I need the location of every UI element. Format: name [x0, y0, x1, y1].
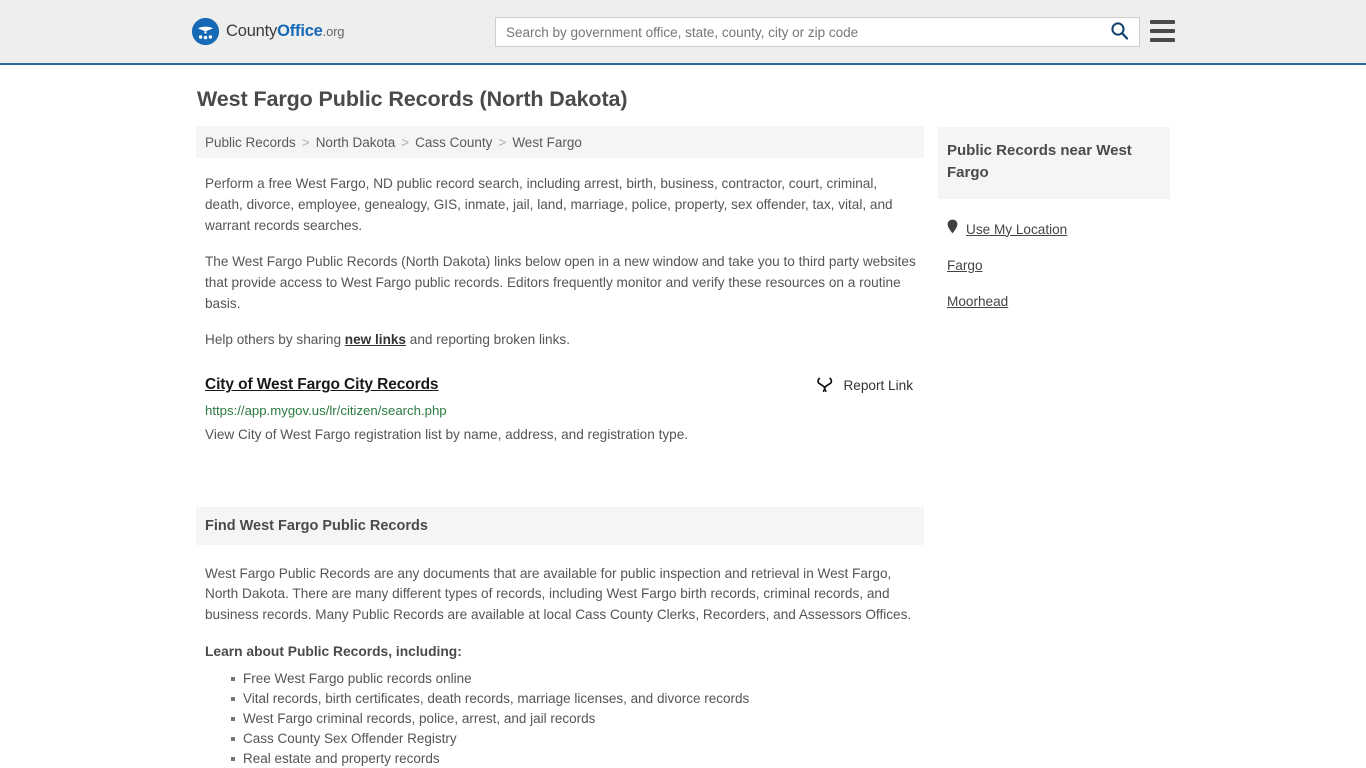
intro-paragraph-1: Perform a free West Fargo, ND public rec…	[205, 176, 893, 233]
report-link-label: Report Link	[843, 378, 913, 393]
search-input[interactable]	[496, 18, 1099, 46]
map-pin-icon	[947, 219, 958, 239]
section-heading: Find West Fargo Public Records	[196, 507, 924, 545]
hamburger-bar-3	[1150, 38, 1175, 42]
search-icon	[1110, 21, 1129, 43]
search-button[interactable]	[1099, 18, 1139, 46]
sidebar-link-label[interactable]: Moorhead	[947, 294, 1008, 309]
hamburger-bar-2	[1150, 29, 1175, 33]
countyoffice-logo-icon	[192, 18, 219, 45]
main-content: Public Records > North Dakota > Cass Cou…	[196, 126, 924, 768]
logo-text-org: .org	[322, 24, 345, 39]
site-header: CountyOffice.org	[0, 0, 1366, 65]
breadcrumb-item-cass-county[interactable]: Cass County	[415, 135, 492, 150]
broken-link-icon	[816, 376, 834, 395]
result-header-row: City of West Fargo City Records Report L…	[205, 376, 917, 395]
breadcrumb-separator: >	[401, 134, 410, 150]
intro-paragraph-3: Help others by sharing new links and rep…	[205, 329, 917, 350]
page-title: West Fargo Public Records (North Dakota)	[197, 87, 628, 111]
breadcrumb-item-west-fargo: West Fargo	[512, 134, 582, 150]
sidebar-link-label[interactable]: Fargo	[947, 258, 983, 273]
result-description: View City of West Fargo registration lis…	[205, 427, 689, 442]
section-paragraph: West Fargo Public Records are any docume…	[205, 566, 912, 622]
share-text-after: and reporting broken links.	[406, 332, 570, 347]
sidebar-item-moorhead[interactable]: Moorhead	[947, 283, 1170, 319]
result-item: City of West Fargo City Records Report L…	[205, 376, 917, 444]
site-logo[interactable]: CountyOffice.org	[192, 18, 344, 45]
sidebar-heading: Public Records near West Fargo	[938, 127, 1170, 199]
intro-paragraph-2: The West Fargo Public Records (North Dak…	[205, 254, 916, 311]
list-item: West Fargo criminal records, police, arr…	[231, 709, 924, 729]
header-inner: CountyOffice.org	[0, 0, 1366, 63]
logo-text-office: Office	[277, 22, 323, 40]
list-item: Free West Fargo public records online	[231, 669, 924, 689]
sidebar-item-fargo[interactable]: Fargo	[947, 247, 1170, 283]
breadcrumb-separator: >	[498, 134, 507, 150]
new-links-link[interactable]: new links	[345, 332, 406, 347]
share-text-before: Help others by sharing	[205, 332, 345, 347]
list-item: Cass County Sex Offender Registry	[231, 729, 924, 749]
sidebar-item-use-my-location[interactable]: Use My Location	[947, 211, 1170, 247]
list-item: Real estate and property records	[231, 749, 924, 768]
logo-text-county: County	[226, 22, 278, 40]
sidebar-link-list: Use My Location Fargo Moorhead	[938, 211, 1170, 319]
logo-wordmark: CountyOffice.org	[226, 22, 344, 41]
search-bar[interactable]	[495, 17, 1140, 47]
breadcrumb-separator: >	[301, 134, 310, 150]
list-item: Vital records, birth certificates, death…	[231, 689, 924, 709]
hamburger-bar-1	[1150, 20, 1175, 24]
hamburger-menu-icon[interactable]	[1150, 20, 1175, 42]
public-records-bullet-list: Free West Fargo public records online Vi…	[196, 669, 924, 768]
result-title-link[interactable]: City of West Fargo City Records	[205, 376, 439, 394]
breadcrumb: Public Records > North Dakota > Cass Cou…	[196, 126, 924, 158]
learn-about-heading: Learn about Public Records, including:	[205, 643, 462, 659]
breadcrumb-item-north-dakota[interactable]: North Dakota	[316, 135, 396, 150]
sidebar-link-label[interactable]: Use My Location	[966, 222, 1067, 237]
result-url: https://app.mygov.us/lr/citizen/search.p…	[205, 403, 447, 418]
breadcrumb-item-public-records[interactable]: Public Records	[205, 135, 296, 150]
sidebar-nearby-records: Public Records near West Fargo Use My Lo…	[938, 127, 1170, 319]
report-link-button[interactable]: Report Link	[816, 376, 917, 395]
